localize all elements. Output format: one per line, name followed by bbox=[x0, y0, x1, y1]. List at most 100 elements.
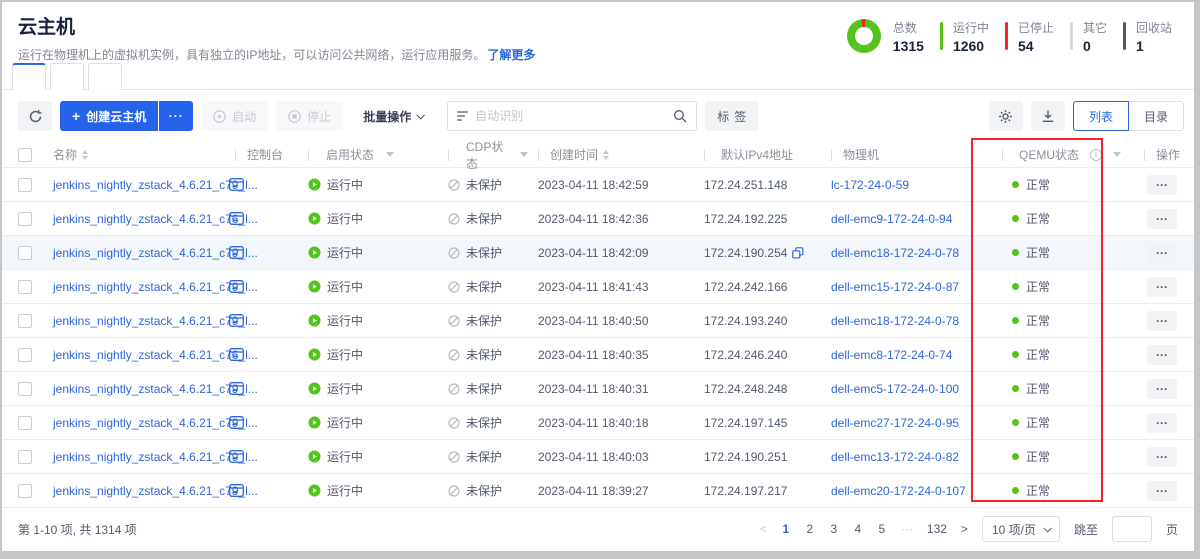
refresh-button[interactable] bbox=[18, 101, 52, 131]
header-operations-label: 操作 bbox=[1156, 146, 1180, 163]
table-row: jenkins_nightly_zstack_4.6.21_c79_l... 运… bbox=[2, 168, 1194, 202]
host-link[interactable]: dell-emc27-172-24-0-95 bbox=[831, 416, 959, 430]
console-icon[interactable] bbox=[229, 348, 244, 361]
qemu-status-text: 正常 bbox=[1026, 312, 1050, 329]
page-number[interactable]: 132 bbox=[927, 522, 947, 536]
prev-page-button[interactable]: < bbox=[760, 522, 767, 536]
row-checkbox[interactable] bbox=[18, 246, 32, 260]
row-checkbox[interactable] bbox=[18, 314, 32, 328]
console-icon[interactable] bbox=[229, 246, 244, 259]
search-input[interactable] bbox=[475, 109, 666, 123]
header-cdp-status[interactable]: CDP状态 bbox=[440, 142, 528, 167]
console-icon[interactable] bbox=[229, 280, 244, 293]
host-link[interactable]: dell-emc18-172-24-0-78 bbox=[831, 314, 959, 328]
ipv4-address: 172.24.242.166 bbox=[704, 280, 787, 294]
console-icon[interactable] bbox=[229, 178, 244, 191]
row-actions-button[interactable]: ··· bbox=[1147, 243, 1177, 263]
console-icon[interactable] bbox=[229, 212, 244, 225]
search-icon[interactable] bbox=[673, 109, 687, 123]
host-link[interactable]: dell-emc8-172-24-0-74 bbox=[831, 348, 952, 362]
list-view-toggle[interactable]: 列表 bbox=[1073, 101, 1129, 131]
row-checkbox[interactable] bbox=[18, 212, 32, 226]
page-number[interactable]: 1 bbox=[781, 522, 791, 536]
export-button[interactable] bbox=[1031, 101, 1065, 131]
page-number[interactable]: 5 bbox=[877, 522, 887, 536]
page-number[interactable]: 4 bbox=[853, 522, 863, 536]
create-vm-button[interactable]: + 创建云主机 bbox=[60, 101, 158, 131]
tab[interactable] bbox=[50, 63, 84, 90]
row-checkbox[interactable] bbox=[18, 382, 32, 396]
header-cdp-label: CDP状态 bbox=[466, 138, 508, 172]
header-name-label: 名称 bbox=[53, 146, 77, 163]
select-all-checkbox[interactable] bbox=[18, 148, 32, 162]
console-icon[interactable] bbox=[229, 314, 244, 327]
row-checkbox[interactable] bbox=[18, 416, 32, 430]
row-checkbox[interactable] bbox=[18, 178, 32, 192]
header-qemu-status[interactable]: QEMU状态 i bbox=[992, 142, 1130, 167]
play-circle-icon bbox=[213, 110, 226, 123]
stat-divider bbox=[940, 22, 943, 50]
host-link[interactable]: dell-emc15-172-24-0-87 bbox=[831, 280, 959, 294]
row-checkbox[interactable] bbox=[18, 484, 32, 498]
tab[interactable] bbox=[12, 63, 46, 90]
table-row: jenkins_nightly_zstack_4.6.21_c76_l... 运… bbox=[2, 202, 1194, 236]
filter-lines-icon[interactable] bbox=[457, 111, 468, 121]
host-link[interactable]: lc-172-24-0-59 bbox=[831, 178, 909, 192]
created-time: 2023-04-11 18:40:35 bbox=[528, 338, 688, 371]
row-actions-button[interactable]: ··· bbox=[1147, 311, 1177, 331]
page-number[interactable]: 3 bbox=[829, 522, 839, 536]
host-link[interactable]: dell-emc13-172-24-0-82 bbox=[831, 450, 959, 464]
page-size-select[interactable]: 10 项/页 bbox=[982, 516, 1060, 542]
jump-to-page-input[interactable] bbox=[1112, 516, 1152, 542]
settings-button[interactable] bbox=[989, 101, 1023, 131]
filter-funnel-icon[interactable] bbox=[520, 152, 528, 157]
host-link[interactable]: dell-emc9-172-24-0-94 bbox=[831, 212, 952, 226]
row-actions-button[interactable]: ··· bbox=[1147, 413, 1177, 433]
create-vm-more-button[interactable]: ··· bbox=[159, 101, 193, 131]
catalog-view-toggle[interactable]: 目录 bbox=[1128, 101, 1184, 131]
console-icon[interactable] bbox=[229, 416, 244, 429]
header-ipv4: 默认IPv4地址 bbox=[688, 142, 818, 167]
row-actions-button[interactable]: ··· bbox=[1147, 481, 1177, 501]
batch-actions-button[interactable]: 批量操作 bbox=[351, 101, 435, 131]
filter-funnel-icon[interactable] bbox=[386, 152, 394, 157]
row-actions-button[interactable]: ··· bbox=[1147, 209, 1177, 229]
stop-button[interactable]: 停止 bbox=[276, 101, 343, 131]
filter-funnel-icon[interactable] bbox=[1113, 152, 1121, 157]
learn-more-link[interactable]: 了解更多 bbox=[487, 48, 535, 62]
stat-text: 总数 1315 bbox=[893, 19, 924, 54]
copy-icon[interactable] bbox=[792, 247, 804, 259]
unprotected-icon bbox=[448, 247, 460, 259]
row-checkbox[interactable] bbox=[18, 450, 32, 464]
host-link[interactable]: dell-emc20-172-24-0-107 bbox=[831, 484, 966, 498]
unprotected-icon bbox=[448, 213, 460, 225]
console-icon[interactable] bbox=[229, 484, 244, 497]
console-icon[interactable] bbox=[229, 382, 244, 395]
row-actions-button[interactable]: ··· bbox=[1147, 447, 1177, 467]
page-number[interactable]: ··· bbox=[901, 522, 913, 536]
enable-status-text: 运行中 bbox=[327, 380, 363, 397]
row-actions-button[interactable]: ··· bbox=[1147, 379, 1177, 399]
tag-button[interactable]: 标签 bbox=[705, 101, 758, 131]
vm-status-donut-chart bbox=[847, 19, 881, 53]
cdp-status-text: 未保护 bbox=[466, 380, 502, 397]
row-checkbox[interactable] bbox=[18, 348, 32, 362]
row-actions-button[interactable]: ··· bbox=[1147, 277, 1177, 297]
page-number[interactable]: 2 bbox=[805, 522, 815, 536]
start-button[interactable]: 启动 bbox=[201, 101, 268, 131]
header-enable-status[interactable]: 启用状态 bbox=[298, 142, 440, 167]
header-name[interactable]: 名称 bbox=[50, 142, 223, 167]
row-actions-button[interactable]: ··· bbox=[1147, 345, 1177, 365]
host-link[interactable]: dell-emc18-172-24-0-78 bbox=[831, 246, 959, 260]
row-actions-button[interactable]: ··· bbox=[1147, 175, 1177, 195]
created-time: 2023-04-11 18:42:59 bbox=[528, 168, 688, 201]
next-page-button[interactable]: > bbox=[961, 522, 968, 536]
row-checkbox[interactable] bbox=[18, 280, 32, 294]
host-link[interactable]: dell-emc5-172-24-0-100 bbox=[831, 382, 959, 396]
console-icon[interactable] bbox=[229, 450, 244, 463]
stat-value: 1315 bbox=[893, 38, 924, 54]
header-created-time[interactable]: 创建时间 bbox=[528, 142, 688, 167]
table-row: jenkins_nightly_zstack_4.6.21_c79_l... 运… bbox=[2, 406, 1194, 440]
tab[interactable] bbox=[88, 63, 122, 90]
info-icon[interactable]: i bbox=[1090, 149, 1102, 161]
